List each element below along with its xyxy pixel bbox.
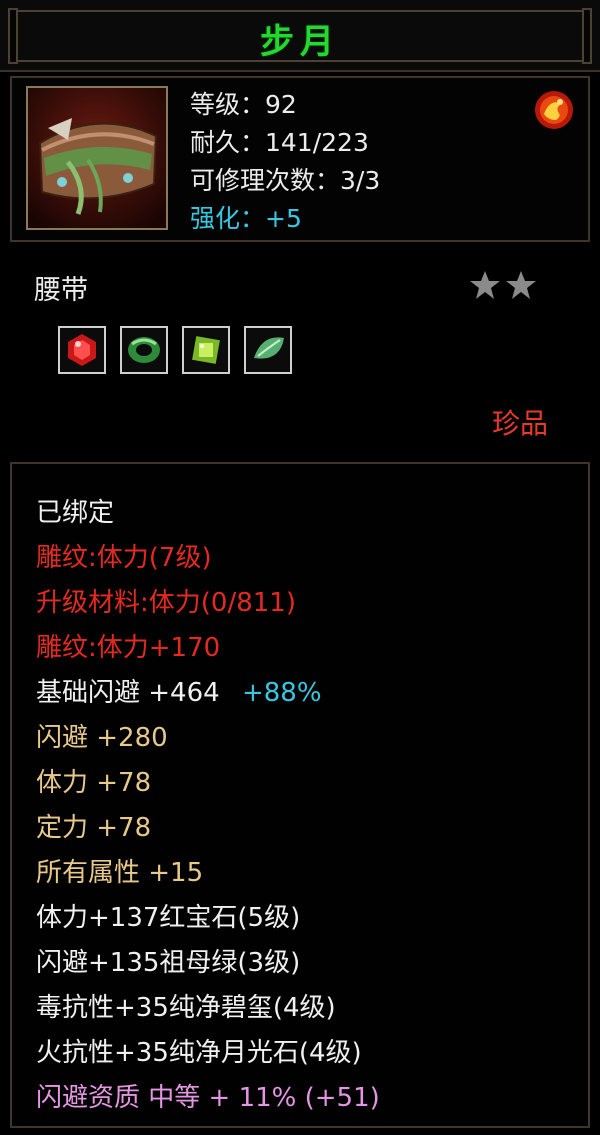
green-leaf-jade-icon[interactable] bbox=[244, 326, 292, 374]
dodge-aptitude: 闪避资质 中等 + 11% (+51) bbox=[36, 1083, 380, 1113]
base-dodge-percent: +88% bbox=[241, 678, 322, 708]
engrave-bonus: 雕纹:体力+170 bbox=[36, 633, 221, 663]
level-text: 等级：92 bbox=[190, 90, 297, 119]
title-bar: 步月 bbox=[0, 0, 600, 72]
item-header: 等级：92 耐久：141/223 可修理次数：3/3 强化：+5 bbox=[10, 76, 590, 242]
star-icon bbox=[470, 271, 500, 299]
base-dodge: 基础闪避 +464 +88% bbox=[36, 672, 322, 709]
green-peridot-gem-icon[interactable] bbox=[182, 326, 230, 374]
item-stats: 等级：92 耐久：141/223 可修理次数：3/3 强化：+5 bbox=[190, 86, 380, 238]
stamina-stat: 体力 +78 bbox=[36, 768, 152, 798]
belt-item-icon bbox=[26, 86, 168, 230]
star-icon bbox=[506, 271, 536, 299]
item-details: 已绑定 雕纹:体力(7级) 升级材料:体力(0/811) 雕纹:体力+170 基… bbox=[10, 462, 590, 1128]
item-tooltip: 步月 等级：92 耐久：141/223 可修理次数：3/3 强化：+5 腰带 珍… bbox=[0, 0, 600, 1135]
focus-stat: 定力 +78 bbox=[36, 813, 152, 843]
fire-orb-icon bbox=[532, 88, 576, 132]
green-jade-ring-icon[interactable] bbox=[120, 326, 168, 374]
item-name: 步月 bbox=[260, 22, 340, 62]
engrave-level: 雕纹:体力(7级) bbox=[36, 543, 212, 573]
red-ruby-gem-icon[interactable] bbox=[58, 326, 106, 374]
rarity-label: 珍品 bbox=[492, 407, 549, 440]
item-type: 腰带 bbox=[34, 275, 88, 306]
base-dodge-value: 基础闪避 +464 bbox=[36, 678, 220, 708]
gem-bonus-3: 毒抗性+35纯净碧玺(4级) bbox=[36, 993, 336, 1023]
bound-status: 已绑定 bbox=[36, 498, 115, 528]
gem-bonus-4: 火抗性+35纯净月光石(4级) bbox=[36, 1038, 362, 1068]
enhance-text: 强化：+5 bbox=[190, 204, 302, 233]
all-attributes-stat: 所有属性 +15 bbox=[36, 858, 204, 888]
star-rating bbox=[468, 268, 540, 306]
dodge-stat: 闪避 +280 bbox=[36, 723, 168, 753]
gem-bonus-2: 闪避+135祖母绿(3级) bbox=[36, 948, 301, 978]
durability-text: 耐久：141/223 bbox=[190, 128, 369, 157]
repair-count-text: 可修理次数：3/3 bbox=[190, 166, 381, 195]
upgrade-material: 升级材料:体力(0/811) bbox=[36, 588, 296, 618]
gem-bonus-1: 体力+137红宝石(5级) bbox=[36, 903, 301, 933]
